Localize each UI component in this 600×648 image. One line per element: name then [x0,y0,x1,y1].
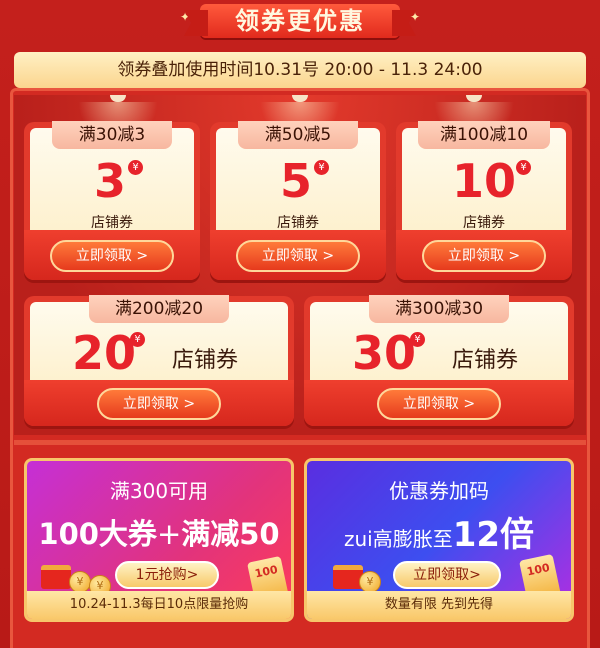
coupon-condition: 满200减20 [89,295,229,323]
shelf-divider [14,440,586,445]
promo-headline-part: 12倍 [452,515,535,555]
claim-button[interactable]: 立即领取 > [50,240,174,272]
promo-footer: 数量有限 先到先得 [307,591,571,619]
yen-icon: ¥ [410,332,425,347]
coupon-card[interactable]: 满100减10 10 ¥ 店铺券 立即领取 > [396,121,572,280]
coupon-label: 店铺券 [277,215,319,231]
promo-heading: 满300可用 [109,479,209,503]
page-title: 领券更优惠 [235,7,365,35]
coupon-amount: 3 [94,154,127,208]
coupon-card[interactable]: 满300减30 30 ¥ 店铺券 立即领取 > [304,295,574,426]
buy-one-yuan-button[interactable]: 1元抢购> [115,561,219,589]
sparkle-icon: ✦ [410,10,421,24]
red-envelope-icon [41,565,71,589]
coupon-condition: 满300减30 [369,295,509,323]
claim-button[interactable]: 立即领取 > [236,240,360,272]
claim-boost-button[interactable]: 立即领取> [393,561,501,589]
promo-headline-part: zui高膨胀至 [343,527,453,551]
time-banner: 领券叠加使用时间10.31号 20:00 - 11.3 24:00 [14,52,586,88]
promo-headline-part: 满减50 [181,517,280,551]
promo-headline: zui高膨胀至12倍 [307,507,571,556]
coupon-condition: 满50减5 [238,121,358,149]
promo-headline-part: 100大券 [38,517,157,551]
yen-icon: ¥ [130,332,145,347]
coupon-label: 店铺券 [172,348,239,373]
claim-button[interactable]: 立即领取 > [422,240,546,272]
promo-headline: 100大券+满减50 [27,511,291,553]
promo-heading: 优惠券加码 [389,479,489,503]
promo-card-boost[interactable]: 优惠券加码 zui高膨胀至12倍 ¥ 立即领取> 100 数量有限 先到先得 [304,458,574,622]
coupon-label: 店铺券 [91,215,133,231]
coupon-condition: 满100减10 [418,121,550,149]
promo-footer: 10.24-11.3每日10点限量抢购 [27,591,291,619]
coupon-label: 店铺券 [452,348,519,373]
coupon-label: 店铺券 [463,215,505,231]
yen-icon: ¥ [314,160,329,175]
header: ✦ 领券更优惠 ✦ [0,0,600,44]
coupon-card[interactable]: 满50减5 5 ¥ 店铺券 立即领取 > [210,121,386,280]
coupon-amount: 20 [72,326,137,380]
claim-button[interactable]: 立即领取 > [97,388,221,420]
coupon-card[interactable]: 满30减3 3 ¥ 店铺券 立即领取 > [24,121,200,280]
promo-card-flash-sale[interactable]: 满300可用 100大券+满减50 ¥ ¥ 1元抢购> 100 10.24-11… [24,458,294,622]
coupon-amount: 30 [352,326,417,380]
coupon-amount: 5 [280,154,313,208]
claim-button[interactable]: 立即领取 > [377,388,501,420]
coupon-amount: 10 [452,154,517,208]
plus-sign: + [156,517,182,551]
title-ribbon: 领券更优惠 [200,4,400,38]
coupon-condition: 满30减3 [52,121,172,149]
coupon-card[interactable]: 满200减20 20 ¥ 店铺券 立即领取 > [24,295,294,426]
red-envelope-icon [333,565,363,589]
coin-icon: ¥ [359,571,381,593]
yen-icon: ¥ [516,160,531,175]
coin-icon: ¥ [69,571,91,593]
yen-icon: ¥ [128,160,143,175]
